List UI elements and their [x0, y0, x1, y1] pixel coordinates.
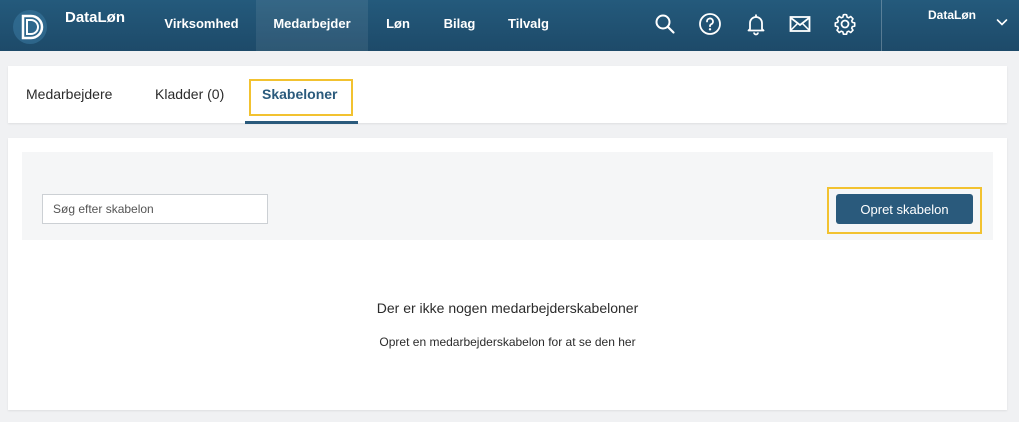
tab-kladder[interactable]: Kladder (0) [155, 66, 224, 123]
topbar-divider [881, 0, 882, 51]
nav-item-loen[interactable]: Løn [378, 0, 418, 51]
bell-icon[interactable] [744, 12, 768, 36]
nav-item-bilag[interactable]: Bilag [436, 0, 483, 51]
nav-item-medarbejder[interactable]: Medarbejder [256, 0, 368, 51]
nav-item-tilvalg[interactable]: Tilvalg [500, 0, 557, 51]
templates-toolbar: Opret skabelon [22, 152, 993, 240]
active-tab-indicator [245, 121, 358, 124]
tab-bar: Medarbejdere Kladder (0) Skabeloner [8, 66, 1007, 124]
gear-icon[interactable] [833, 12, 857, 36]
template-search-input[interactable] [42, 194, 268, 224]
create-template-button[interactable]: Opret skabelon [836, 194, 973, 224]
search-icon[interactable] [653, 12, 677, 36]
nav-item-virksomhed[interactable]: Virksomhed [155, 0, 248, 51]
tab-medarbejdere[interactable]: Medarbejdere [26, 66, 112, 123]
user-menu-name[interactable]: DataLøn [928, 8, 976, 22]
templates-panel: Opret skabelon Der er ikke nogen medarbe… [8, 138, 1007, 410]
empty-state-title: Der er ikke nogen medarbejderskabeloner [376, 300, 639, 316]
brand-name[interactable]: DataLøn [65, 9, 125, 26]
tab-skabeloner[interactable]: Skabeloner [262, 66, 337, 123]
mail-icon[interactable] [788, 12, 812, 36]
empty-state-subtitle: Opret en medarbejderskabelon for at se d… [379, 335, 636, 349]
top-navigation-bar: DataLøn Virksomhed Medarbejder Løn Bilag… [0, 0, 1019, 51]
dataloen-logo-icon[interactable] [10, 7, 54, 47]
chevron-down-icon[interactable] [995, 15, 1009, 29]
help-icon[interactable] [698, 12, 722, 36]
